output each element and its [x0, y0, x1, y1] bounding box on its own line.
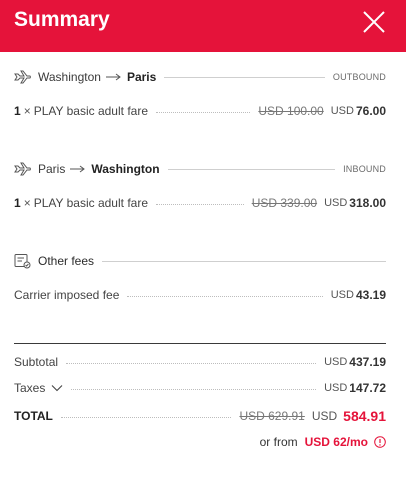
info-icon[interactable]	[374, 436, 386, 448]
fee-currency: USD	[330, 289, 354, 301]
close-icon	[363, 11, 385, 33]
inbound-fare-row: 1 × PLAY basic adult fare USD 339.00 USD…	[14, 195, 386, 211]
total-original-price: USD 629.91	[239, 409, 305, 423]
inbound-tag: INBOUND	[343, 164, 386, 174]
arrow-right-icon	[105, 73, 122, 81]
financing-label: or from	[259, 435, 298, 449]
fare-original-price: USD 339.00	[251, 196, 318, 210]
total-row: TOTAL USD 629.91 USD 584.91	[14, 408, 386, 424]
fare-original-price: USD 100.00	[258, 104, 324, 118]
total-amount: 584.91	[343, 408, 386, 424]
divider	[164, 76, 325, 78]
fare-label: PLAY basic adult fare	[33, 196, 148, 210]
taxes-label[interactable]: Taxes	[14, 380, 45, 396]
outbound-destination: Paris	[126, 70, 157, 84]
fare-currency: USD	[324, 197, 348, 209]
dotted-leader	[71, 382, 317, 390]
taxes-row[interactable]: Taxes USD 147.72	[14, 380, 386, 396]
plane-icon	[14, 70, 31, 84]
chevron-down-icon[interactable]	[51, 384, 63, 392]
arrow-right-icon	[70, 165, 86, 173]
financing-row: or from USD 62/mo	[260, 434, 386, 450]
fee-price: 43.19	[355, 288, 386, 302]
outbound-origin: Washington	[38, 70, 101, 84]
total-label: TOTAL	[14, 409, 53, 423]
subtotal-label: Subtotal	[14, 355, 59, 369]
outbound-header: Washington Paris OUTBOUND	[14, 69, 386, 85]
dotted-leader	[66, 356, 317, 364]
fee-label: Carrier imposed fee	[14, 288, 120, 302]
inbound-header: Paris Washington INBOUND	[14, 161, 386, 177]
page-title: Summary	[14, 8, 110, 31]
fare-label: PLAY basic adult fare	[33, 104, 148, 118]
outbound-tag: OUTBOUND	[332, 72, 386, 82]
receipt-icon	[14, 253, 31, 269]
fare-currency: USD	[330, 105, 354, 117]
other-fees-header: Other fees	[14, 253, 386, 269]
summary-header: Summary	[0, 0, 406, 52]
other-fees-title: Other fees	[38, 254, 95, 268]
fare-price: 76.00	[355, 104, 386, 118]
divider	[102, 260, 386, 262]
taxes-currency: USD	[324, 382, 348, 394]
totals-divider	[14, 343, 386, 344]
fare-price: 318.00	[349, 196, 386, 210]
close-button[interactable]	[360, 8, 388, 36]
times-sign: ×	[23, 104, 31, 118]
subtotal-currency: USD	[324, 356, 348, 368]
total-currency: USD	[311, 409, 338, 423]
dotted-leader	[156, 197, 244, 205]
fare-qty: 1	[14, 196, 21, 210]
times-sign: ×	[23, 196, 31, 210]
fee-row: Carrier imposed fee USD 43.19	[14, 287, 386, 303]
inbound-origin: Paris	[38, 162, 66, 176]
dotted-leader	[127, 289, 323, 297]
plane-icon	[14, 162, 31, 176]
divider	[167, 168, 336, 170]
taxes-amount: 147.72	[349, 381, 386, 395]
subtotal-row: Subtotal USD 437.19	[14, 354, 386, 370]
subtotal-amount: 437.19	[349, 355, 386, 369]
dotted-leader	[60, 410, 232, 418]
fare-qty: 1	[14, 104, 21, 118]
inbound-destination: Washington	[91, 162, 160, 176]
outbound-fare-row: 1 × PLAY basic adult fare USD 100.00 USD…	[14, 103, 386, 119]
dotted-leader	[156, 105, 251, 113]
financing-amount[interactable]: USD 62/mo	[305, 434, 368, 450]
